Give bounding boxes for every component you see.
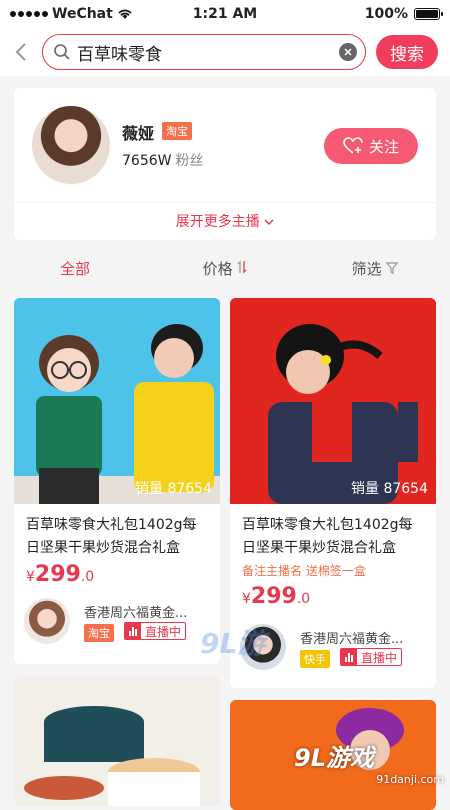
search-icon [54,44,70,60]
price-symbol: ¥ [26,569,35,585]
product-price: ¥299.0 [242,584,310,609]
close-icon [344,48,352,56]
filter-icon [386,262,399,274]
clear-button[interactable] [339,43,357,61]
follow-label: 关注 [368,137,399,156]
product-price: ¥299.0 [26,562,94,587]
battery-percent: 100% [364,6,408,22]
tab-price-label: 价格 [202,260,233,278]
seller-name: 香港周六福黄金... [84,606,188,621]
tab-filter[interactable]: 筛选 [300,258,450,288]
expand-more-label: 展开更多主播 [175,214,260,230]
seller-avatar [24,598,70,644]
product-title: 百草味零食大礼包1402g每日坚果干果炒货混合礼盒 [242,517,413,556]
live-badge: 直播中 [340,648,403,666]
chevron-down-icon [264,219,274,226]
battery-icon [414,8,443,20]
anchor-avatar[interactable] [32,106,110,184]
expand-more-anchors[interactable]: 展开更多主播 [14,211,436,231]
battery-fill [416,10,438,18]
product-title: 百草味零食大礼包1402g每日坚果干果炒货混合礼盒 [26,517,197,556]
watermark-logo: 9L游戏 [294,744,374,772]
live-label: 直播中 [145,624,182,639]
price-symbol: ¥ [242,591,251,607]
tab-all[interactable]: 全部 [0,258,150,288]
platform-tag-taobao: 淘宝 [162,122,192,140]
anchor-name: 薇娅 [122,124,155,143]
status-bar: WeChat 1:21 AM 100% [0,0,450,28]
watermark-corner: 9L游戏 91danji.com [294,738,444,794]
divider [14,202,436,203]
watermark-mid: 9L游 [200,627,266,660]
chevron-left-icon [15,43,26,61]
signal-icon [10,11,48,17]
follow-button[interactable]: 关注 [324,128,418,164]
platform-tag-taobao: 淘宝 [84,624,114,642]
product-remark: 备注主播名 送棉签一盒 [242,564,366,578]
seller-row[interactable]: 香港周六福黄金... 淘宝 直播中 [24,598,210,644]
search-box[interactable] [42,34,366,70]
sort-arrows-icon [237,260,247,274]
back-button[interactable] [10,37,32,67]
sort-tabs: 全部 价格 筛选 [0,258,450,288]
wifi-icon [118,9,132,19]
price-integer: 299 [250,584,297,609]
price-decimal: .0 [296,591,311,607]
watermark-url: 91danji.com [376,773,444,786]
product-photo [230,298,436,504]
heart-plus-icon [343,137,363,154]
price-decimal: .0 [80,569,95,585]
tab-filter-label: 筛选 [351,260,382,278]
search-input[interactable] [77,42,333,62]
sales-count: 销量 87654 [351,481,428,497]
seller-row[interactable]: 香港周六福黄金... 快手 直播中 [240,624,426,670]
product-image: 销量 87654 [230,298,436,504]
carrier-label: WeChat [52,6,113,22]
fans-info: 7656W 粉丝 [122,150,203,170]
live-icon [341,649,357,665]
tab-all-label: 全部 [59,260,90,278]
live-badge: 直播中 [124,622,187,640]
tab-price[interactable]: 价格 [150,258,300,288]
search-button[interactable]: 搜索 [376,35,438,69]
status-left: WeChat [10,6,133,22]
seller-name: 香港周六福黄金... [300,632,404,647]
product-photo [14,298,220,504]
product-card[interactable]: 销量 87654 百草味零食大礼包1402g每日坚果干果炒货混合礼盒 ¥299.… [14,298,220,664]
status-right: 100% [364,6,443,22]
price-integer: 299 [34,562,81,587]
fans-label: 粉丝 [175,153,204,169]
product-card[interactable] [14,676,220,806]
platform-tag-kuaishou: 快手 [300,650,330,668]
sales-count: 销量 87654 [135,481,212,497]
live-icon [125,623,141,639]
anchor-card: 薇娅 淘宝 7656W 粉丝 关注 展开更多主播 [14,88,436,240]
fans-count: 7656W [122,153,172,169]
product-image: 销量 87654 [14,298,220,504]
product-photo [14,676,220,806]
search-header: 搜索 [0,28,450,76]
live-label: 直播中 [361,650,398,665]
